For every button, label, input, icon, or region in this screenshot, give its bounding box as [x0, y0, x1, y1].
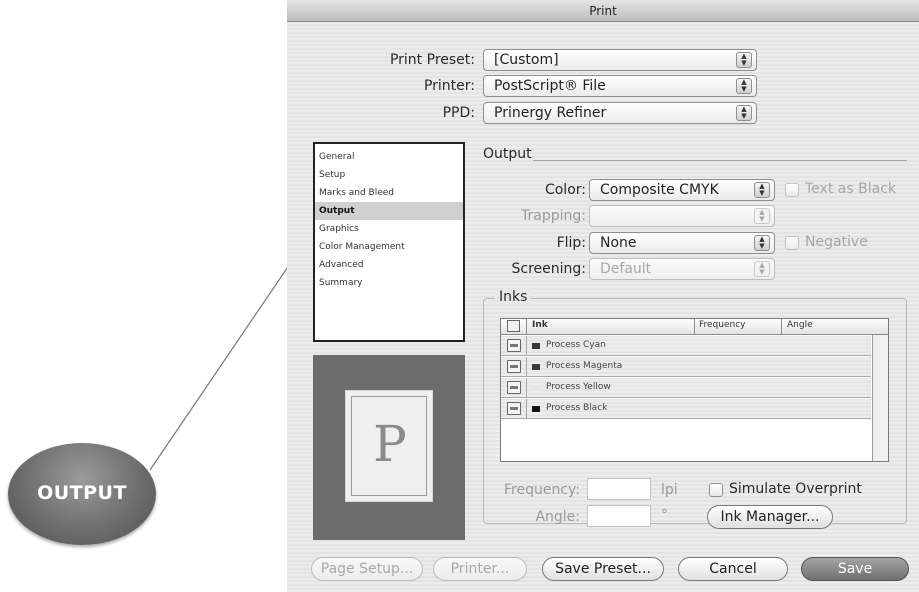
popup-arrows-icon: ▲ ▼: [754, 182, 770, 198]
column-separator: [781, 319, 782, 335]
simulate-overprint-checkbox[interactable]: [709, 483, 723, 497]
inks-table[interactable]: Ink Frequency Angle Process Cyan Process…: [500, 318, 889, 462]
category-general[interactable]: General: [315, 148, 463, 166]
trapping-popup[interactable]: ▲ ▼: [589, 205, 775, 227]
color-popup[interactable]: Composite CMYK ▲ ▼: [589, 179, 775, 201]
printer-button[interactable]: Printer...: [433, 557, 527, 581]
output-section-divider: [533, 160, 907, 161]
ink-swatch: [532, 385, 540, 391]
ink-name: Process Magenta: [546, 361, 623, 371]
print-dialog: Print Print Preset: [Custom] ▲ ▼ Printer:…: [287, 0, 919, 592]
printer-icon[interactable]: [507, 339, 521, 352]
category-output[interactable]: Output: [315, 202, 463, 220]
color-label: Color:: [544, 182, 586, 198]
text-as-black-checkbox[interactable]: [785, 183, 799, 197]
preview-page-thumbnail: P: [345, 390, 433, 502]
page-preview: P: [313, 355, 465, 540]
popup-arrows-icon: ▲ ▼: [754, 208, 770, 224]
title-bar[interactable]: Print: [287, 0, 919, 22]
angle-field[interactable]: [587, 505, 651, 527]
callout-label: OUTPUT: [37, 482, 127, 504]
flip-value: None: [600, 235, 637, 251]
printer-icon[interactable]: [507, 381, 521, 394]
popup-arrows-icon: ▲ ▼: [736, 78, 752, 94]
printer-value: PostScript® File: [494, 78, 606, 94]
window-title: Print: [589, 4, 617, 18]
ink-swatch: [532, 406, 540, 412]
ink-name: Process Yellow: [546, 382, 611, 392]
column-header-frequency[interactable]: Frequency: [699, 320, 746, 330]
table-row[interactable]: Process Magenta: [501, 357, 871, 377]
row-separator: [526, 378, 527, 398]
column-header-angle[interactable]: Angle: [787, 320, 813, 330]
category-color-management[interactable]: Color Management: [315, 238, 463, 256]
cancel-button[interactable]: Cancel: [678, 557, 788, 581]
flip-label: Flip:: [556, 235, 586, 251]
print-preset-label: Print Preset:: [389, 52, 475, 68]
flip-popup[interactable]: None ▲ ▼: [589, 232, 775, 254]
printer-icon[interactable]: [507, 360, 521, 373]
screening-label: Screening:: [511, 261, 587, 277]
ink-name: Process Cyan: [546, 340, 606, 350]
popup-arrows-icon: ▲ ▼: [754, 261, 770, 277]
text-as-black-label: Text as Black: [805, 181, 896, 197]
category-summary[interactable]: Summary: [315, 274, 463, 292]
frequency-unit: lpi: [661, 482, 678, 498]
print-preset-value: [Custom]: [494, 52, 559, 68]
preview-letter: P: [373, 415, 407, 473]
angle-label: Angle:: [535, 509, 580, 525]
inks-table-scrollbar[interactable]: [872, 335, 888, 461]
table-row[interactable]: Process Black: [501, 399, 871, 419]
table-row[interactable]: Process Yellow: [501, 378, 871, 398]
ppd-popup[interactable]: Prinergy Refiner ▲ ▼: [483, 102, 757, 124]
save-button[interactable]: Save: [801, 557, 909, 581]
negative-label: Negative: [805, 234, 868, 250]
printer-icon[interactable]: [507, 402, 521, 415]
save-preset-button[interactable]: Save Preset...: [542, 557, 664, 581]
ink-swatch: [532, 343, 540, 349]
table-row[interactable]: Process Cyan: [501, 336, 871, 356]
ppd-label: PPD:: [442, 105, 475, 121]
print-column-icon: [507, 320, 520, 332]
ppd-value: Prinergy Refiner: [494, 105, 607, 121]
color-value: Composite CMYK: [600, 182, 719, 198]
row-separator: [526, 357, 527, 377]
category-advanced[interactable]: Advanced: [315, 256, 463, 274]
printer-popup[interactable]: PostScript® File ▲ ▼: [483, 75, 757, 97]
row-separator: [526, 336, 527, 356]
trapping-label: Trapping:: [521, 208, 586, 224]
screening-value: Default: [600, 261, 652, 277]
ink-name: Process Black: [546, 403, 608, 413]
frequency-label: Frequency:: [503, 482, 580, 498]
popup-arrows-icon: ▲ ▼: [736, 105, 752, 121]
category-list[interactable]: General Setup Marks and Bleed Output Gra…: [313, 142, 465, 342]
print-preset-popup[interactable]: [Custom] ▲ ▼: [483, 49, 757, 71]
inks-group-title: Inks: [495, 289, 532, 305]
screening-popup[interactable]: Default ▲ ▼: [589, 258, 775, 280]
ink-swatch: [532, 364, 540, 370]
row-separator: [526, 399, 527, 419]
frequency-field[interactable]: [587, 478, 651, 500]
simulate-overprint-label: Simulate Overprint: [729, 481, 862, 497]
page-setup-button[interactable]: Page Setup...: [311, 557, 423, 581]
ink-manager-button[interactable]: Ink Manager...: [707, 505, 833, 529]
output-section-title: Output: [483, 146, 532, 162]
category-marks-and-bleed[interactable]: Marks and Bleed: [315, 184, 463, 202]
column-separator: [526, 319, 527, 335]
column-header-ink[interactable]: Ink: [532, 320, 548, 330]
negative-checkbox[interactable]: [785, 236, 799, 250]
popup-arrows-icon: ▲ ▼: [754, 235, 770, 251]
printer-label: Printer:: [423, 78, 475, 94]
angle-unit: °: [661, 507, 668, 523]
inks-table-header: Ink Frequency Angle: [501, 319, 888, 335]
category-setup[interactable]: Setup: [315, 166, 463, 184]
category-graphics[interactable]: Graphics: [315, 220, 463, 238]
column-separator: [694, 319, 695, 335]
popup-arrows-icon: ▲ ▼: [736, 52, 752, 68]
